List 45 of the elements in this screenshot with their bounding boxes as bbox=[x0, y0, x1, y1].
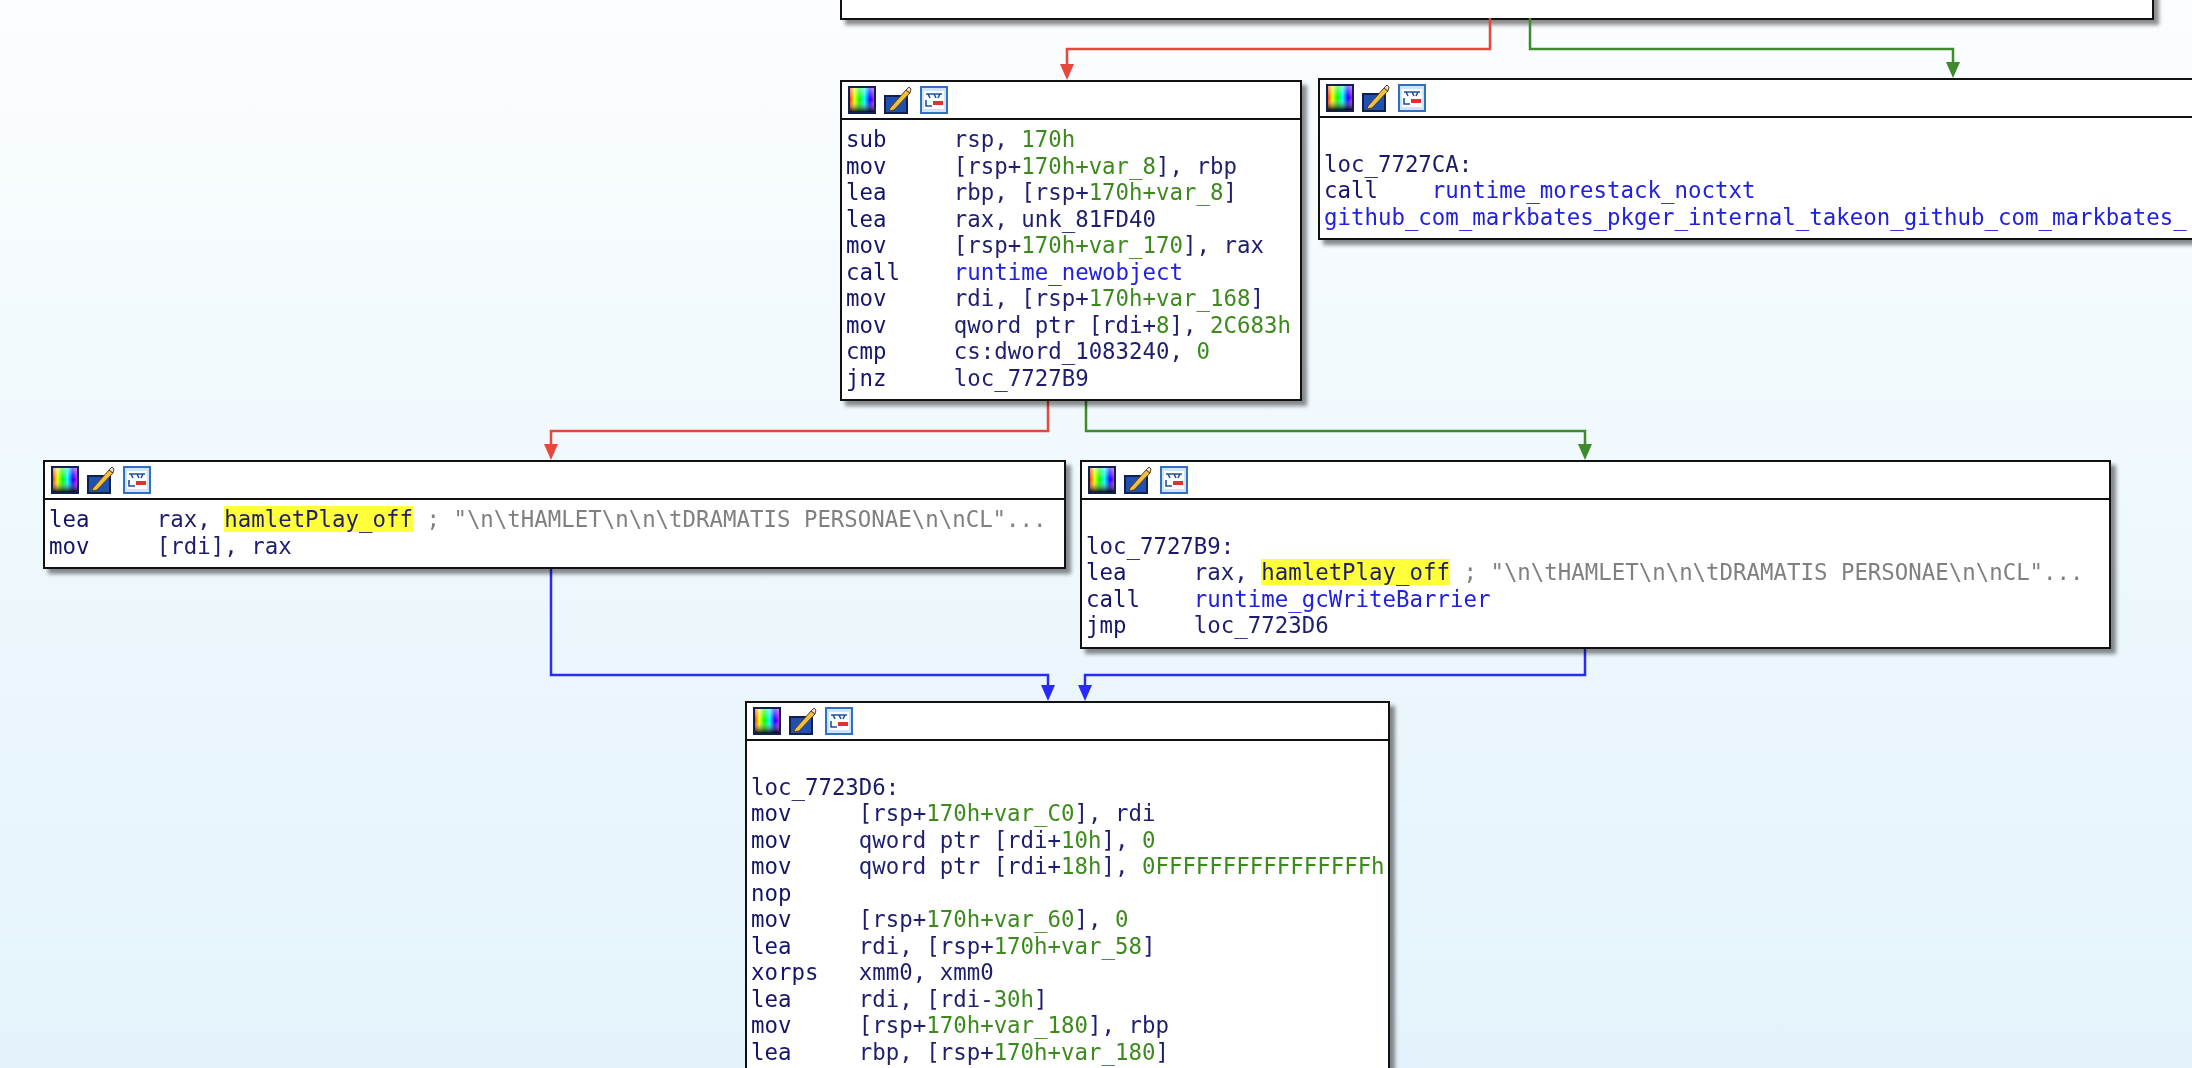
code-line: nop bbox=[751, 879, 793, 906]
code-line: mov [rsp+170h+var_170], rax bbox=[846, 232, 1265, 259]
code-line: lea rax, hamletPlay_off ; "\n\tHAMLET\n\n\tDRAMATIS PERSONAE\n\nCL"... bbox=[49, 506, 1048, 533]
code-line: lea rbp, [rsp+170h+var_180] bbox=[751, 1038, 1170, 1065]
code-line: lea rbp, [rsp+170h+var_8] bbox=[846, 179, 1238, 206]
code-line: mov [rsp+170h+var_C0], rdi bbox=[751, 800, 1157, 827]
code-line: mov qword ptr [rdi+8], 2C683h bbox=[846, 311, 1292, 338]
code-line: mov qword ptr [rdi+18h], 0FFFFFFFFFFFFFFFFh bbox=[751, 853, 1384, 880]
code-line: call runtime_gcWriteBarrier bbox=[1086, 585, 1492, 612]
code-line: mov rdi, [rsp+170h+var_168] bbox=[846, 285, 1265, 312]
code-line: cmp cs:dword_1083240, 0 bbox=[846, 338, 1211, 365]
code-line: mov [rsp+170h+var_8], rbp bbox=[846, 152, 1238, 179]
code-line: lea rdi, [rdi-30h] bbox=[751, 985, 1049, 1012]
color-palette-icon[interactable] bbox=[1326, 84, 1354, 112]
code-line: mov [rdi], rax bbox=[49, 532, 292, 559]
code-line: mov [rsp+170h+var_180], rbp bbox=[751, 1012, 1170, 1039]
code-line: lea rax, hamletPlay_off ; "\n\tHAMLET\n\n\tDRAMATIS PERSONAE\n\nCL"... bbox=[1086, 559, 2085, 586]
color-palette-icon[interactable] bbox=[848, 86, 876, 114]
graph-overview-icon[interactable] bbox=[1160, 466, 1188, 494]
pencil-icon[interactable] bbox=[87, 466, 115, 494]
code-label: loc_7727B9: bbox=[1086, 532, 1236, 559]
code-line: sub rsp, 170h bbox=[846, 126, 1077, 153]
pencil-icon[interactable] bbox=[1124, 466, 1152, 494]
color-palette-icon[interactable] bbox=[1088, 466, 1116, 494]
pencil-icon[interactable] bbox=[789, 707, 817, 735]
pencil-icon[interactable] bbox=[1362, 84, 1390, 112]
code-line: github_com_markbates_pkger_internal_takeon_github_com_markbates_ bbox=[1324, 203, 2188, 230]
graph-overview-icon[interactable] bbox=[920, 86, 948, 114]
code-line: lea rax, unk_81FD40 bbox=[846, 205, 1157, 232]
code-label: loc_7723D6: bbox=[751, 773, 901, 800]
code-line: lea rdi, [rsp+170h+var_58] bbox=[751, 932, 1157, 959]
code-line: call runtime_newobject bbox=[846, 258, 1184, 285]
code-label: loc_7727CA: bbox=[1324, 150, 1474, 177]
color-palette-icon[interactable] bbox=[51, 466, 79, 494]
code-line: jmp loc_7723D6 bbox=[1086, 612, 1329, 639]
graph-overview-icon[interactable] bbox=[825, 707, 853, 735]
color-palette-icon[interactable] bbox=[753, 707, 781, 735]
code-line: jnz loc_7727B9 bbox=[846, 364, 1089, 391]
code-line: xorps xmm0, xmm0 bbox=[751, 959, 995, 986]
code-line: call runtime_morestack_noctxt bbox=[1324, 177, 1757, 204]
code-line: mov qword ptr [rdi+10h], 0 bbox=[751, 826, 1157, 853]
graph-overview-icon[interactable] bbox=[1398, 84, 1426, 112]
graph-overview-icon[interactable] bbox=[123, 466, 151, 494]
pencil-icon[interactable] bbox=[884, 86, 912, 114]
code-line: mov [rsp+170h+var_60], 0 bbox=[751, 906, 1130, 933]
